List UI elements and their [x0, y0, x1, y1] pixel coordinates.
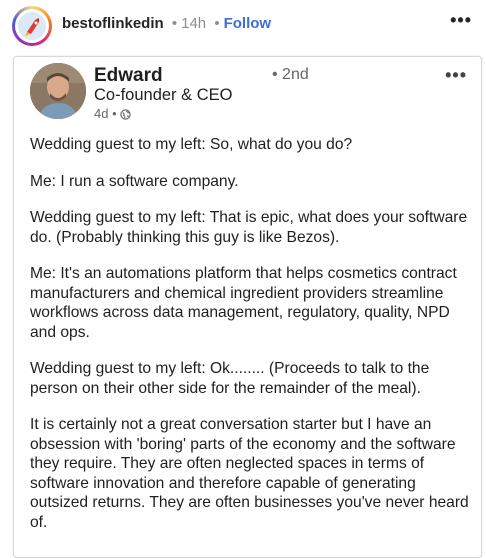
post-paragraph: It is certainly not a great conversation…	[30, 416, 469, 531]
post-paragraph: Wedding guest to my left: Ok........ (Pr…	[30, 360, 430, 397]
username-link[interactable]: bestoflinkedin	[62, 15, 164, 32]
separator-dot: •	[214, 15, 220, 32]
avatar-ring-inner	[15, 9, 49, 43]
post-age-text: 4d •	[94, 106, 117, 121]
post-paragraph: Me: I run a software company.	[30, 172, 239, 190]
profile-avatar[interactable]	[12, 6, 52, 46]
author-title: Co-founder & CEO	[94, 86, 233, 104]
connection-degree: • 2nd	[272, 66, 309, 83]
author-name[interactable]: Edward	[94, 65, 163, 87]
rocket-logo-icon	[18, 12, 46, 40]
post-paragraph: Wedding guest to my left: So, what do yo…	[30, 136, 353, 153]
separator-dot: •	[171, 15, 178, 32]
ellipsis-icon[interactable]: •••	[445, 65, 467, 86]
ellipsis-icon[interactable]: •••	[450, 10, 472, 31]
author-avatar	[30, 63, 86, 119]
instagram-post-header: bestoflinkedin • 14h • Follow •••	[0, 0, 486, 52]
linkedin-post-card: Edward • 2nd Co-founder & CEO 4d • ••• W…	[13, 56, 482, 558]
follow-button[interactable]: Follow	[224, 15, 272, 32]
post-body: Wedding guest to my left: So, what do yo…	[30, 135, 476, 549]
post-meta: bestoflinkedin • 14h • Follow	[62, 15, 271, 32]
post-time: 14h	[181, 15, 207, 32]
post-paragraph: Me: It's an automations platform that he…	[30, 265, 457, 341]
globe-icon	[119, 108, 131, 120]
post-age: 4d •	[94, 106, 131, 121]
post-paragraph: Wedding guest to my left: That is epic, …	[30, 209, 468, 246]
